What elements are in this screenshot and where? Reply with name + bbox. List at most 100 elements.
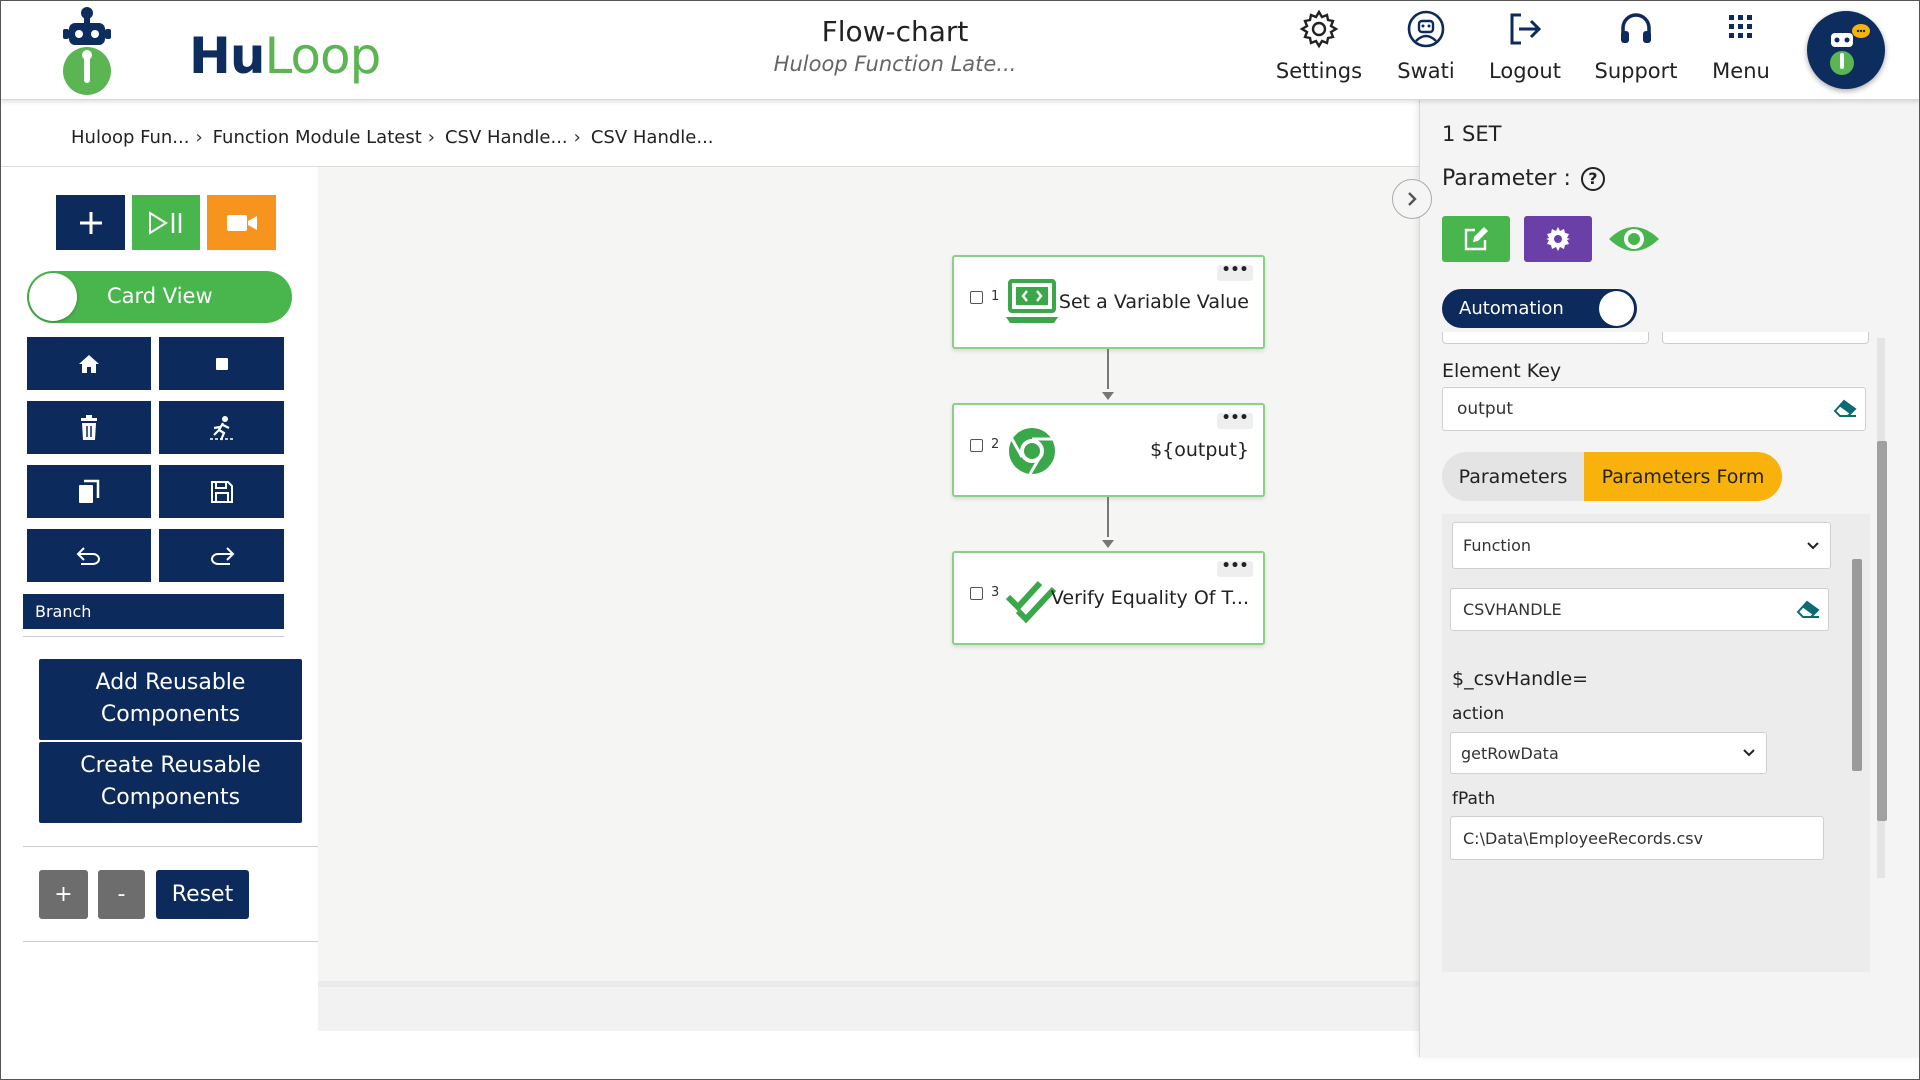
- flow-node-3[interactable]: 3 Verify Equality Of T... •••: [952, 551, 1265, 645]
- nav-support[interactable]: Support: [1591, 9, 1681, 89]
- chevron-down-icon: [1743, 749, 1755, 757]
- nav-logout[interactable]: Logout: [1485, 9, 1565, 89]
- function-value-input[interactable]: CSVHANDLE: [1450, 588, 1829, 631]
- node-checkbox[interactable]: [970, 587, 983, 600]
- nav-menu-label: Menu: [1712, 59, 1770, 83]
- running-person-icon: [209, 415, 234, 440]
- node-label: ${output}: [1150, 439, 1249, 461]
- fpath-value: C:\Data\EmployeeRecords.csv: [1463, 828, 1704, 848]
- eraser-icon[interactable]: [1833, 398, 1857, 418]
- breadcrumb-item[interactable]: CSV Handle...: [445, 127, 568, 148]
- breadcrumb-item[interactable]: CSV Handle...: [591, 127, 714, 148]
- home-icon: [79, 354, 99, 373]
- tab-parameters-form[interactable]: Parameters Form: [1584, 452, 1782, 501]
- eraser-icon[interactable]: [1796, 599, 1820, 619]
- monitor-code-icon: [1006, 279, 1058, 323]
- add-reusable-components-button[interactable]: Add Reusable Components: [39, 659, 302, 740]
- user-robot-icon: [1407, 10, 1445, 48]
- chevron-right-icon: ›: [195, 127, 203, 148]
- copy-button[interactable]: [27, 465, 151, 518]
- undo-icon: [76, 546, 100, 565]
- chevron-down-icon: [1807, 541, 1819, 549]
- node-label: Verify Equality Of T...: [1050, 587, 1249, 609]
- zoom-in-button[interactable]: +: [39, 870, 88, 919]
- branch-button[interactable]: Branch: [23, 594, 284, 629]
- nav-settings[interactable]: Settings: [1269, 9, 1369, 89]
- assignment-label: $_csvHandle=: [1452, 668, 1589, 690]
- node-more-options-button[interactable]: •••: [1217, 411, 1253, 429]
- node-number: 1: [991, 289, 1000, 304]
- toolbar-divider: [23, 636, 284, 637]
- nav-menu[interactable]: Menu: [1706, 9, 1776, 89]
- breadcrumb-item[interactable]: Function Module Latest: [213, 127, 422, 148]
- panel-scroll-region[interactable]: Element Key output Parameters Parameters…: [1442, 332, 1889, 972]
- assistant-avatar[interactable]: [1807, 11, 1885, 89]
- flow-node-2[interactable]: 2 ${output} •••: [952, 403, 1265, 497]
- zoom-out-button[interactable]: -: [98, 870, 145, 919]
- robot-logo-icon: [63, 7, 111, 95]
- breadcrumb-item[interactable]: Huloop Fun...: [71, 127, 189, 148]
- function-select-value: Function: [1463, 536, 1532, 555]
- stop-button[interactable]: [159, 337, 284, 390]
- copy-icon: [79, 479, 100, 503]
- action-label: action: [1452, 704, 1505, 724]
- delete-button[interactable]: [27, 401, 151, 454]
- element-key-label: Element Key: [1442, 360, 1562, 382]
- node-more-options-button[interactable]: •••: [1217, 263, 1253, 281]
- gear-icon: [1546, 227, 1570, 251]
- create-reusable-components-button[interactable]: Create Reusable Components: [39, 742, 302, 823]
- record-button[interactable]: [207, 195, 276, 250]
- fpath-input[interactable]: C:\Data\EmployeeRecords.csv: [1450, 816, 1824, 860]
- eye-icon: [1609, 227, 1659, 251]
- automation-toggle[interactable]: Automation: [1442, 289, 1637, 328]
- skip-step-button[interactable]: [159, 401, 284, 454]
- partial-input-field[interactable]: [1662, 332, 1869, 344]
- element-key-input[interactable]: output: [1442, 387, 1866, 431]
- chevron-right-icon: [1408, 192, 1417, 206]
- save-button[interactable]: [159, 465, 284, 518]
- home-button[interactable]: [27, 337, 151, 390]
- automation-label: Automation: [1459, 298, 1564, 319]
- reset-zoom-button[interactable]: Reset: [156, 870, 249, 919]
- create-reusable-label-line1: Create Reusable: [80, 753, 261, 778]
- node-checkbox[interactable]: [970, 291, 983, 304]
- nav-logout-label: Logout: [1489, 59, 1561, 83]
- node-more-options-button[interactable]: •••: [1217, 559, 1253, 577]
- breadcrumb: Huloop Fun... › Function Module Latest › C…: [71, 127, 714, 148]
- card-view-toggle[interactable]: Card View: [27, 271, 292, 323]
- chrome-icon: [1009, 428, 1055, 475]
- properties-panel: 1 SET Parameter : ? Automation Element K…: [1419, 100, 1919, 1057]
- settings-button[interactable]: [1524, 216, 1592, 262]
- title-block: Flow-chart Huloop Function Late...: [701, 15, 1089, 76]
- preview-button[interactable]: [1606, 216, 1662, 262]
- collapse-panel-button[interactable]: [1392, 179, 1432, 219]
- help-icon[interactable]: ?: [1580, 166, 1605, 191]
- canvas-bottom-scrollbar[interactable]: [318, 981, 1419, 1031]
- redo-button[interactable]: [159, 529, 284, 582]
- function-select[interactable]: Function: [1452, 522, 1831, 569]
- action-select[interactable]: getRowData: [1450, 732, 1767, 774]
- logo-text-loop: Loop: [264, 27, 381, 85]
- app-window: HuLoop Flow-chart Huloop Function Late..…: [0, 0, 1920, 1080]
- function-value: CSVHANDLE: [1463, 600, 1562, 619]
- tab-parameters[interactable]: Parameters: [1442, 452, 1584, 501]
- form-scrollbar-thumb[interactable]: [1852, 559, 1862, 771]
- panel-scrollbar-thumb[interactable]: [1877, 441, 1887, 821]
- huloop-logo[interactable]: HuLoop: [57, 3, 381, 98]
- add-reusable-label-line1: Add Reusable: [95, 670, 246, 695]
- flow-node-1[interactable]: 1 Set a Variable Value •••: [952, 255, 1265, 349]
- node-connector: [1107, 349, 1109, 389]
- stop-icon: [215, 357, 228, 370]
- edit-icon: [1464, 227, 1488, 251]
- toggle-knob: [29, 273, 77, 321]
- add-step-button[interactable]: [56, 195, 125, 250]
- panel-title: 1 SET: [1442, 122, 1502, 146]
- partial-input-field[interactable]: [1442, 332, 1649, 344]
- parameter-heading: Parameter : ?: [1442, 166, 1605, 191]
- play-pause-button[interactable]: [132, 195, 200, 250]
- undo-button[interactable]: [27, 529, 151, 582]
- nav-user[interactable]: Swati: [1391, 9, 1461, 89]
- logo-text: HuLoop: [189, 27, 381, 85]
- node-checkbox[interactable]: [970, 439, 983, 452]
- edit-button[interactable]: [1442, 216, 1510, 262]
